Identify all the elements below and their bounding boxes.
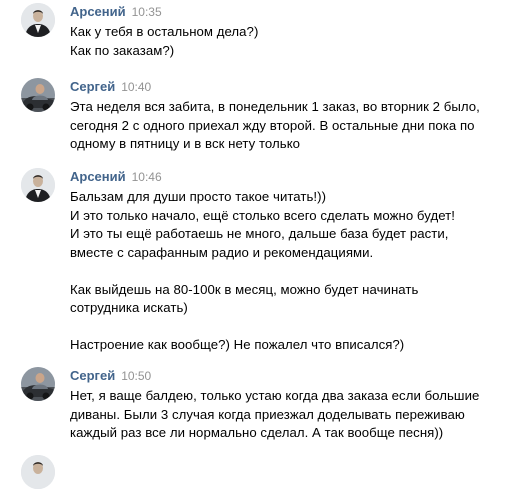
message-line: каждый раз все ли нормально сделал. А та… — [70, 425, 444, 440]
message-line: И это только начало, ещё столько всего с… — [70, 207, 455, 223]
message-line: сотрудника искать) — [70, 300, 188, 315]
message-line: одному в пятницу и в вск нету только — [70, 136, 301, 151]
message-text: Эта неделя вся забита, в понедельник 1 з… — [70, 98, 510, 154]
message-header: Арсений 10:35 — [70, 3, 162, 21]
message-time[interactable]: 10:46 — [132, 170, 162, 184]
message-line: И это ты ещё работаешь не много, дальше … — [70, 226, 449, 241]
message-line: Как выйдешь на 80-100к в месяц, можно бу… — [70, 281, 419, 297]
message-line: Как по заказам?) — [70, 42, 175, 58]
message-time[interactable]: 10:50 — [121, 369, 151, 383]
avatar-man-car-icon — [21, 367, 55, 401]
message-header: Сергей 10:40 — [70, 78, 151, 96]
message-line: Нет, я ваще балдею, только устаю когда д… — [70, 388, 480, 403]
message-line: сегодня 2 с одного приехал жду второй. В… — [70, 117, 475, 133]
message-text: Как у тебя в остальном дела?) Как по зак… — [70, 23, 510, 60]
message-header: Арсений 10:46 — [70, 168, 162, 186]
chat-history: Арсений 10:35 Как у тебя в остальном дела… — [0, 0, 516, 489]
message-line: Бальзам для души просто такое читать!)) — [70, 189, 327, 204]
message-header: Сергей 10:50 — [70, 367, 151, 385]
message-line: Как у тебя в остальном дела?) — [70, 24, 259, 39]
avatar[interactable] — [21, 3, 55, 37]
avatar[interactable] — [21, 455, 55, 489]
avatar[interactable] — [21, 168, 55, 202]
avatar-man-dark-suit-icon — [21, 455, 55, 489]
author-name[interactable]: Арсений — [70, 169, 126, 184]
message-line: диваны. Были 3 случая когда приезжал дод… — [70, 406, 465, 422]
message-time[interactable]: 10:35 — [132, 5, 162, 19]
message-time[interactable]: 10:40 — [121, 80, 151, 94]
avatar-man-dark-suit-icon — [21, 3, 55, 37]
author-name[interactable]: Сергей — [70, 79, 115, 94]
message-line: вместе с сарафанным радио и рекомендация… — [70, 244, 374, 260]
avatar-man-car-icon — [21, 78, 55, 112]
avatar[interactable] — [21, 367, 55, 401]
message-text: Бальзам для души просто такое читать!)) … — [70, 188, 510, 355]
avatar[interactable] — [21, 78, 55, 112]
message-line: Настроение как вообще?) Не пожалел что в… — [70, 337, 405, 352]
avatar-man-dark-suit-icon — [21, 168, 55, 202]
message-text: Нет, я ваще балдею, только устаю когда д… — [70, 387, 510, 443]
message-line: Эта неделя вся забита, в понедельник 1 з… — [70, 99, 480, 114]
author-name[interactable]: Арсений — [70, 4, 126, 19]
author-name[interactable]: Сергей — [70, 368, 115, 383]
